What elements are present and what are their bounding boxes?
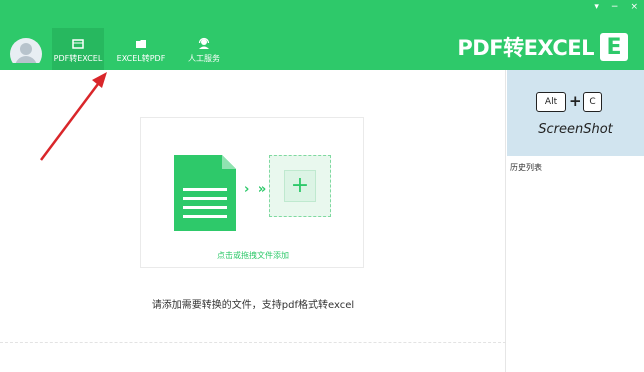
tab-pdf-to-excel-label: PDF转EXCEL <box>53 54 103 63</box>
alt-key-icon: Alt <box>536 92 566 112</box>
tab-excel-to-pdf-label: EXCEL转PDF <box>116 54 166 63</box>
document-icon <box>174 155 236 231</box>
support-hint: 请添加需要转换的文件，支持pdf格式转excel <box>151 300 355 311</box>
brand-logo: PDF转EXCEL E <box>457 32 628 62</box>
minimize-icon[interactable]: ▾ <box>594 2 599 12</box>
add-file-box[interactable]: + <box>269 155 331 217</box>
excel-logo-icon: E <box>600 33 628 61</box>
divider <box>0 342 506 343</box>
tab-pdf-to-excel[interactable]: PDF转EXCEL <box>52 28 104 70</box>
tab-excel-to-pdf[interactable]: EXCEL转PDF <box>116 28 166 70</box>
plus-sign: + <box>569 92 582 110</box>
drop-zone-label: 点击或拖拽文件添加 <box>217 251 289 260</box>
pdf-to-excel-icon <box>72 39 84 49</box>
side-panel: Alt + C ScreenShot 历史列表 <box>507 70 644 372</box>
screenshot-banner[interactable]: Alt + C ScreenShot <box>507 70 644 156</box>
tab-customer-service-label: 人工服务 <box>188 54 220 63</box>
app-window: ▾ − × PDF转EXCEL EXCEL转PDF 人工服务 PDF转EXCEL… <box>0 0 644 372</box>
restore-icon[interactable]: − <box>611 2 619 12</box>
avatar-icon <box>10 38 42 63</box>
avatar[interactable] <box>10 38 42 63</box>
plus-icon: + <box>284 170 316 202</box>
close-icon[interactable]: × <box>630 2 638 12</box>
tab-customer-service[interactable]: 人工服务 <box>186 28 222 70</box>
headset-icon <box>198 37 210 49</box>
excel-to-pdf-icon <box>136 40 146 48</box>
brand-title: PDF转EXCEL <box>457 36 594 60</box>
header-bar: ▾ − × PDF转EXCEL EXCEL转PDF 人工服务 PDF转EXCEL… <box>0 0 644 70</box>
c-key-icon: C <box>583 92 602 112</box>
screenshot-label: ScreenShot <box>538 122 613 137</box>
arrow-right-icon: › » <box>244 182 269 197</box>
main-panel: › » + 点击或拖拽文件添加 请添加需要转换的文件，支持pdf格式转excel <box>0 70 506 372</box>
window-controls: ▾ − × <box>594 2 638 12</box>
history-list-title: 历史列表 <box>510 163 542 172</box>
file-drop-zone[interactable]: › » + 点击或拖拽文件添加 <box>140 117 364 268</box>
